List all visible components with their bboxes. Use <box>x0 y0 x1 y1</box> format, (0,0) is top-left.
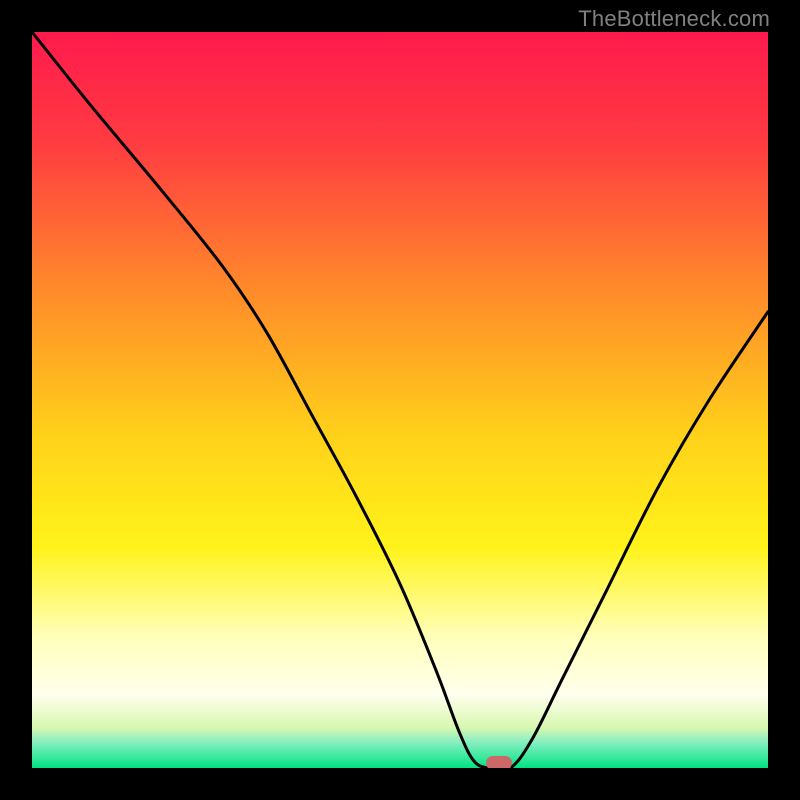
chart-frame: TheBottleneck.com <box>0 0 800 800</box>
bottleneck-curve <box>32 32 768 768</box>
plot-area <box>32 32 768 768</box>
optimal-marker <box>486 756 512 768</box>
watermark-text: TheBottleneck.com <box>578 6 770 32</box>
